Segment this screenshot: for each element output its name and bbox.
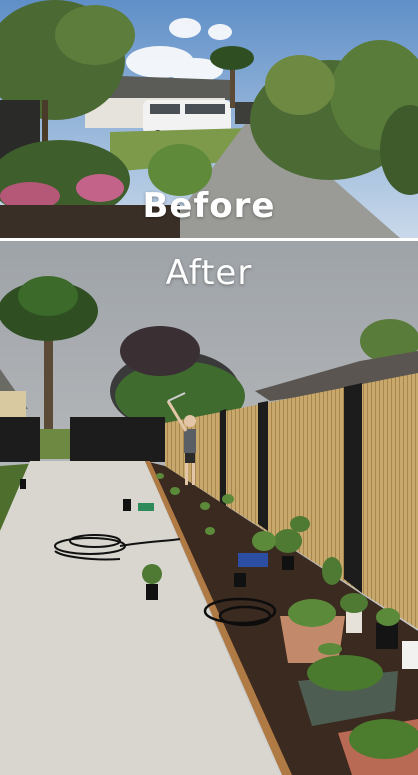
before-caption: Before <box>142 186 276 226</box>
after-photo: After <box>0 241 418 775</box>
after-scene <box>0 241 418 775</box>
before-after-collage: Before After <box>0 0 418 775</box>
black-fence-left <box>0 417 165 462</box>
before-photo: Before <box>0 0 418 238</box>
after-caption: After <box>165 253 253 293</box>
